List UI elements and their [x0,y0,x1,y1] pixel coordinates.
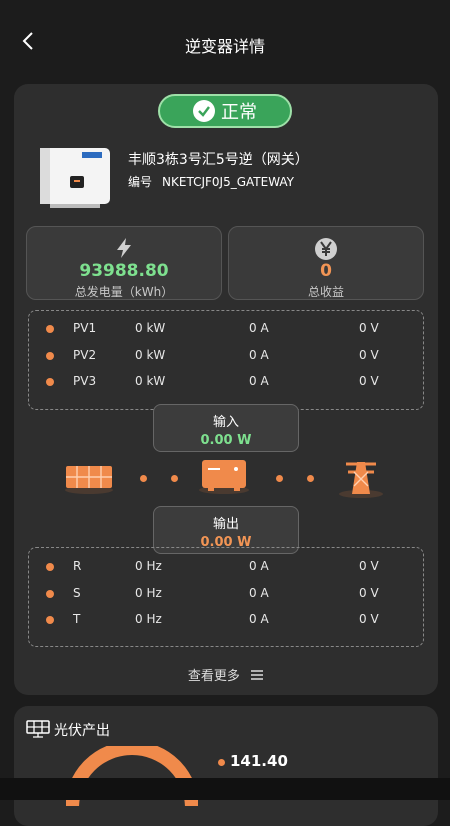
status-badge: 正常 [158,94,292,128]
lightning-icon [117,238,131,258]
phase-current: 0 A [249,612,269,626]
phase-name: T [73,612,81,626]
inverter-icon [199,460,249,494]
pv-output-title: 光伏产出 [54,723,110,739]
power-tower-icon [339,462,383,498]
status-label: 正常 [221,102,257,123]
total-income-card: 0 总收益 [228,226,424,300]
flow-dot [276,475,283,482]
bullet-dot [46,325,54,333]
pv-row: PV3 0 kW 0 A 0 V [29,372,423,392]
pv-current: 0 A [249,374,269,388]
pv-voltage: 0 V [359,374,379,388]
top-bar: 逆变器详情 [0,0,450,84]
view-more-button[interactable]: 查看更多 [14,665,438,684]
output-label: 输出 [212,517,239,532]
inverter-card: 正常 丰顺3栋3号汇5号逆（网关） 编号 NKETCJF0J5_GATEWAY 9… [14,84,438,695]
phase-row: T 0 Hz 0 A 0 V [29,610,423,630]
view-more-label: 查看更多 [187,669,240,684]
menu-icon [251,670,264,680]
pv-power: 0 kW [135,348,166,362]
total-energy-label: 总发电量（kWh） [74,285,174,299]
input-value: 0.00 W [200,433,252,448]
device-name: 丰顺3栋3号汇5号逆（网关） [128,152,309,168]
device-code-value: NKETCJF0J5_GATEWAY [162,175,295,189]
pv-output-value: 141.40 [230,752,288,770]
phase-voltage: 0 V [359,612,379,626]
pv-power: 0 kW [135,374,166,388]
solar-panel-small-icon [26,720,50,738]
input-label: 输入 [212,415,239,430]
pv-current: 0 A [249,321,269,335]
total-energy-card: 93988.80 总发电量（kWh） [26,226,222,300]
pv-row: PV2 0 kW 0 A 0 V [29,346,423,366]
inverter-image [40,148,110,208]
phase-current: 0 A [249,586,269,600]
total-income-label: 总收益 [307,285,344,299]
pv-voltage: 0 V [359,348,379,362]
bullet-dot [46,590,54,598]
phase-row: R 0 Hz 0 A 0 V [29,557,423,577]
bullet-dot [46,352,54,360]
pv-name: PV1 [73,321,97,335]
pv-table: PV1 0 kW 0 A 0 V PV2 0 kW 0 A 0 V PV3 0 … [28,310,424,410]
page-title: 逆变器详情 [184,37,265,56]
device-code: 编号 NKETCJF0J5_GATEWAY [128,173,304,190]
phase-voltage: 0 V [359,586,379,600]
input-power-box: 输入 0.00 W [153,404,299,452]
bottom-bar [0,778,450,800]
bullet-dot [46,616,54,624]
phase-name: R [73,559,82,573]
pv-row: PV1 0 kW 0 A 0 V [29,319,423,339]
phase-current: 0 A [249,559,269,573]
phase-row: S 0 Hz 0 A 0 V [29,584,423,604]
total-energy-value: 93988.80 [79,261,169,281]
bullet-dot [218,759,225,766]
pv-name: PV3 [73,374,97,388]
pv-power: 0 kW [135,321,166,335]
pv-current: 0 A [249,348,269,362]
device-code-label: 编号 [128,175,153,189]
solar-panel-icon [65,466,113,494]
pv-output-card: 光伏产出 141.40 [14,706,438,826]
phase-table: R 0 Hz 0 A 0 V S 0 Hz 0 A 0 V T 0 Hz 0 A… [28,547,424,647]
phase-frequency: 0 Hz [135,586,162,600]
phase-voltage: 0 V [359,559,379,573]
bullet-dot [46,563,54,571]
phase-frequency: 0 Hz [135,612,162,626]
pv-name: PV2 [73,348,97,362]
bullet-dot [46,378,54,386]
phase-frequency: 0 Hz [135,559,162,573]
total-income-value: 0 [320,261,332,281]
flow-dot [140,475,147,482]
check-icon [193,100,215,122]
yen-coin-icon [315,238,337,260]
flow-dot [171,475,178,482]
phase-name: S [73,586,81,600]
pv-voltage: 0 V [359,321,379,335]
flow-dot [307,475,314,482]
